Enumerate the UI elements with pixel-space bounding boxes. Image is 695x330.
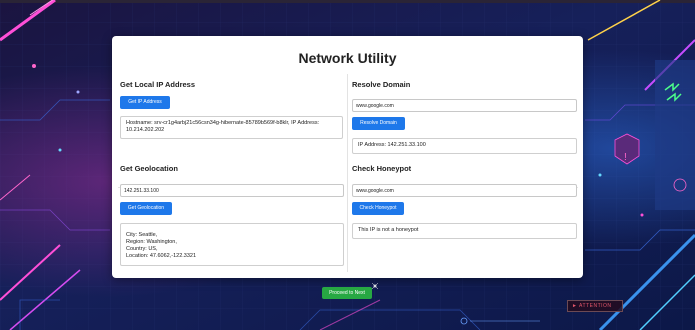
network-utility-card: Network Utility Get Local IP Address Get… — [112, 36, 583, 278]
proceed-to-next-button[interactable]: Proceed to Next — [322, 287, 372, 299]
geolocation-region: Region: Washington, — [126, 239, 177, 245]
honeypot-result: This IP is not a honeypot — [352, 223, 577, 239]
geolocation-location: Location: 47.6062,-122.3321 — [126, 253, 197, 259]
geolocation-country: Country: US, — [126, 246, 158, 252]
get-ip-address-button[interactable]: Get IP Address — [120, 96, 170, 109]
page: ! ► ATTENTION Network Utility Get Local … — [0, 0, 695, 330]
geolocation-input[interactable] — [120, 184, 344, 197]
geolocation-result: City: Seattle, Region: Washington, Count… — [120, 223, 344, 266]
resolve-domain-input[interactable] — [352, 99, 577, 112]
check-honeypot-button[interactable]: Check Honeypot — [352, 202, 404, 215]
resolve-domain-section-title: Resolve Domain — [352, 80, 411, 89]
geolocation-section-title: Get Geolocation — [120, 164, 178, 173]
attention-badge: ► ATTENTION — [567, 300, 623, 312]
honeypot-result-text: This IP is not a honeypot — [358, 227, 419, 233]
column-divider — [347, 74, 348, 272]
local-ip-section-title: Get Local IP Address — [120, 80, 196, 89]
geolocation-city: City: Seattle, — [126, 232, 158, 238]
resolve-domain-button[interactable]: Resolve Domain — [352, 117, 405, 130]
resolve-domain-result: IP Address: 142.251.33.100 — [352, 138, 577, 154]
honeypot-input[interactable] — [352, 184, 577, 197]
page-title: Network Utility — [298, 50, 397, 66]
get-geolocation-button[interactable]: Get Geolocation — [120, 202, 172, 215]
local-ip-result: Hostname: srv-cr1g4arbj21c56csn34g-hiber… — [120, 116, 343, 139]
local-ip-result-text: Hostname: srv-cr1g4arbj21c56csn34g-hiber… — [126, 120, 320, 133]
resolve-domain-result-text: IP Address: 142.251.33.100 — [358, 142, 426, 148]
svg-text:!: ! — [624, 152, 627, 163]
honeypot-section-title: Check Honeypot — [352, 164, 412, 173]
